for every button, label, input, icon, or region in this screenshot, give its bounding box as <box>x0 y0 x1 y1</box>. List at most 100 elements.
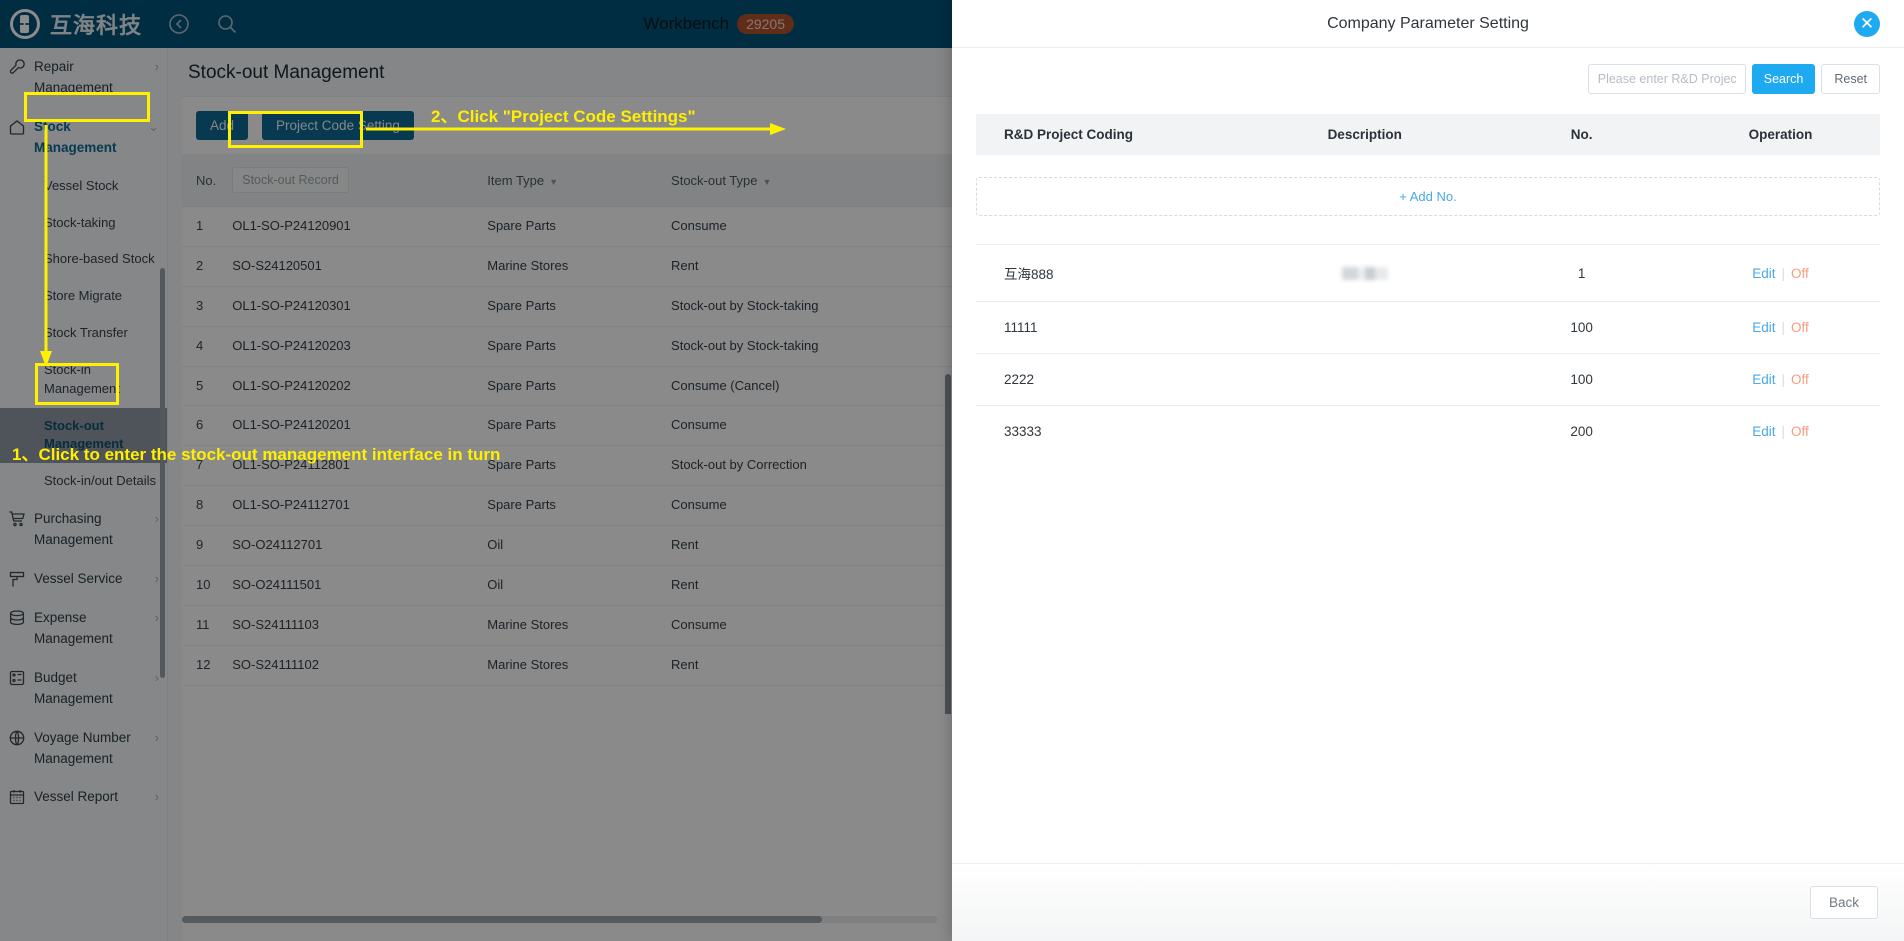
sidebar-subitem-stock-taking[interactable]: Stock-taking <box>0 205 167 242</box>
project-code-setting-button[interactable]: Project Code Setting <box>262 111 414 140</box>
workbench-count-badge: 29205 <box>737 14 794 34</box>
column-header-item-type[interactable]: Item Type ▼ <box>479 154 664 207</box>
sidebar-subitem-vessel-stock[interactable]: Vessel Stock <box>0 168 167 205</box>
table-row[interactable]: 9 SO-O24112701 Oil Rent Shore-based <box>182 525 952 567</box>
add-no-button[interactable]: + Add No. <box>976 177 1880 216</box>
table-row[interactable]: 10 SO-O24111501 Oil Rent Shore-based <box>182 565 952 606</box>
stock-out-record-search-input[interactable]: Stock-out Record <box>232 167 349 193</box>
table-row[interactable]: 3 OL1-SO-P24120301 Spare Parts Stock-out… <box>182 286 952 327</box>
sidebar-subitem-stock-out-management[interactable]: Stock-out Management <box>0 407 167 464</box>
cell-record: OL1-SO-P24112701 <box>224 485 480 527</box>
back-button[interactable]: Back <box>1809 886 1878 919</box>
column-header-label: Stock-out Type <box>671 172 758 188</box>
table-row[interactable]: 4 OL1-SO-P24120203 Spare Parts Stock-out… <box>182 326 952 367</box>
sidebar-item-expense-management[interactable]: Expense Management › <box>0 599 167 659</box>
cell-record: SO-O24112701 <box>224 525 480 567</box>
table-vertical-scrollbar[interactable] <box>945 374 951 714</box>
workbench-indicator[interactable]: Workbench 29205 <box>643 14 952 34</box>
back-circle-icon[interactable] <box>168 13 190 35</box>
company-parameter-setting-modal: Company Parameter Setting ✕ Search Reset… <box>952 0 1904 941</box>
cell-operation: Edit | Off <box>1681 406 1880 458</box>
cell-description <box>1247 353 1483 406</box>
edit-link[interactable]: Edit <box>1752 372 1775 387</box>
operation-separator: | <box>1781 320 1786 335</box>
cell-operation: Edit | Off <box>1681 244 1880 302</box>
off-link[interactable]: Off <box>1791 266 1809 281</box>
table-horizontal-scrollbar[interactable] <box>182 916 937 923</box>
column-header-stock-out-type[interactable]: Stock-out Type ▼ <box>663 154 952 207</box>
add-button[interactable]: Add <box>196 111 249 140</box>
off-link[interactable]: Off <box>1791 320 1809 335</box>
column-header-operation: Operation <box>1681 114 1880 155</box>
cell-record: OL1-SO-P24120901 <box>224 206 480 247</box>
database-icon <box>8 609 26 627</box>
cell-record: OL1-SO-P24120301 <box>224 286 480 327</box>
filter-caret-icon[interactable]: ▼ <box>549 177 558 187</box>
cell-record: SO-S24111103 <box>224 605 480 646</box>
table-row[interactable]: 7 OL1-SO-P24112801 Spare Parts Stock-out… <box>182 445 952 487</box>
sidebar-item-vessel-service[interactable]: Vessel Service › <box>0 560 167 599</box>
sidebar-subitem-stock-in-out-details[interactable]: Stock-in/out Details <box>0 463 167 500</box>
column-header-no: No. <box>1482 114 1682 155</box>
table-row[interactable]: 12 SO-S24111102 Marine Stores Rent LINK … <box>182 645 952 686</box>
rd-project-table-body: + Add No. 互海888 1 Edit | Off 11111 100 E… <box>976 155 1880 457</box>
cell-no: 8 <box>182 485 225 527</box>
close-icon[interactable]: ✕ <box>1854 11 1880 37</box>
cell-no: 200 <box>1570 424 1593 439</box>
sidebar[interactable]: Repair Management › Stock Management ⌄ V… <box>0 48 168 941</box>
sidebar-subitem-shore-based-stock[interactable]: Shore-based Stock <box>0 241 167 278</box>
cell-rd-project-coding: 互海888 <box>976 244 1248 302</box>
sidebar-item-purchasing-management[interactable]: Purchasing Management › <box>0 500 167 560</box>
budget-icon <box>8 669 26 687</box>
table-row[interactable]: 互海888 1 Edit | Off <box>976 244 1880 302</box>
edit-link[interactable]: Edit <box>1752 266 1775 281</box>
chevron-right-icon: › <box>154 729 159 745</box>
table-row[interactable]: 33333 200 Edit | Off <box>976 406 1880 458</box>
sidebar-item-repair-management[interactable]: Repair Management › <box>0 48 167 108</box>
cell-record: SO-S24120501 <box>224 246 480 287</box>
rd-project-code-search-input[interactable] <box>1587 64 1746 94</box>
sidebar-subitem-stock-in-management[interactable]: Stock-in Management <box>0 352 167 408</box>
main-content: Stock-out Management Add Project Code Se… <box>168 48 952 941</box>
cell-stock-out-type: Consume <box>663 405 952 447</box>
cell-stock-out-type: Stock-out by Stock-taking <box>663 326 952 367</box>
sidebar-scrollbar[interactable] <box>160 268 165 678</box>
table-row[interactable]: 2 SO-S24120501 Marine Stores Rent Shore-… <box>182 246 952 287</box>
cell-no: 12 <box>182 645 225 686</box>
off-link[interactable]: Off <box>1791 424 1809 439</box>
cell-item-type: Spare Parts <box>479 326 664 367</box>
table-row[interactable]: 1 OL1-SO-P24120901 Spare Parts Consume L… <box>182 206 952 247</box>
table-header-row: No. Stock-out Record Item Type ▼ Stock-ou… <box>182 154 952 207</box>
table-row[interactable]: 11 SO-S24111103 Marine Stores Consume Sh… <box>182 605 952 646</box>
edit-link[interactable]: Edit <box>1752 320 1775 335</box>
cell-stock-out-type: Consume <box>663 206 952 247</box>
cell-no: 4 <box>182 326 225 367</box>
search-button[interactable]: Search <box>1751 64 1816 94</box>
sidebar-item-vessel-report[interactable]: Vessel Report › <box>0 778 167 817</box>
table-row[interactable]: 8 OL1-SO-P24112701 Spare Parts Consume L… <box>182 485 952 527</box>
filter-caret-icon[interactable]: ▼ <box>763 177 772 187</box>
edit-link[interactable]: Edit <box>1752 424 1775 439</box>
off-link[interactable]: Off <box>1791 372 1809 387</box>
modal-body: Search Reset R&D Project Coding Descript… <box>952 48 1904 863</box>
chevron-right-icon: › <box>154 511 159 527</box>
sidebar-item-budget-management[interactable]: Budget Management › <box>0 659 167 719</box>
globe-icon <box>8 729 26 747</box>
company-logo-icon <box>10 9 40 39</box>
sidebar-subitem-stock-transfer[interactable]: Stock Transfer <box>0 315 167 352</box>
operation-separator: | <box>1781 372 1786 387</box>
search-icon[interactable] <box>216 13 238 35</box>
cell-item-type: Spare Parts <box>479 366 664 407</box>
cell-no: 1 <box>182 206 225 247</box>
sidebar-item-stock-management[interactable]: Stock Management ⌄ <box>0 108 167 168</box>
cell-stock-out-type: Consume <box>663 605 952 646</box>
table-row[interactable]: 2222 100 Edit | Off <box>976 353 1880 406</box>
calendar-icon <box>8 788 26 806</box>
sidebar-subitem-store-migrate[interactable]: Store Migrate <box>0 278 167 315</box>
table-row[interactable]: 5 OL1-SO-P24120202 Spare Parts Consume (… <box>182 366 952 407</box>
table-row[interactable]: 11111 100 Edit | Off <box>976 301 1880 354</box>
sidebar-item-voyage-number-management[interactable]: Voyage Number Management › <box>0 719 167 779</box>
cell-record: OL1-SO-P24120203 <box>224 326 480 367</box>
reset-button[interactable]: Reset <box>1821 64 1880 94</box>
table-row[interactable]: 6 OL1-SO-P24120201 Spare Parts Consume L… <box>182 405 952 447</box>
